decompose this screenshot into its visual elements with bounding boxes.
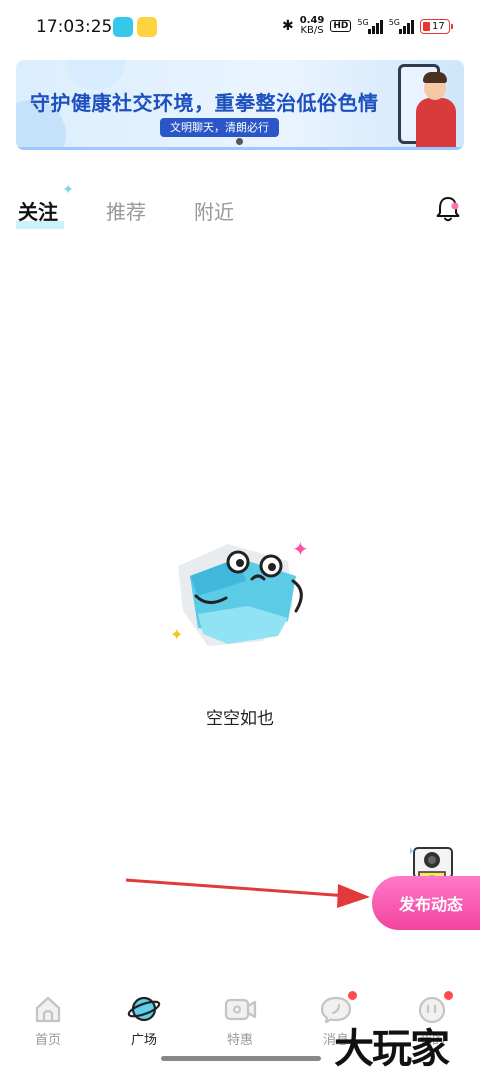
svg-text:✦: ✦	[170, 625, 183, 644]
svg-text:✦: ✦	[292, 537, 309, 561]
battery-icon: 17	[420, 18, 453, 34]
promo-banner[interactable]: 守护健康社交环境，重拳整治低俗色情 文明聊天，清朗必行	[16, 60, 464, 150]
nav-item-home[interactable]: 首页	[0, 986, 96, 1056]
watermark: 大玩家	[334, 1025, 450, 1072]
sim1-label: 5G	[357, 18, 369, 27]
banner-title: 守护健康社交环境，重拳整治低俗色情	[30, 91, 379, 115]
network-speed-unit: KB/S	[300, 25, 324, 36]
signal-icon: 5G	[389, 18, 414, 34]
tab-recommended[interactable]: 推荐	[106, 196, 146, 225]
publish-post-button[interactable]: 发布动态	[372, 876, 480, 930]
tab-nearby[interactable]: 附近	[194, 196, 234, 225]
red-arrow-annotation	[125, 878, 370, 908]
home-icon	[35, 996, 61, 1023]
signal-icon: 5G	[357, 18, 383, 34]
unread-badge	[444, 991, 453, 1000]
status-bar: 17:03:25 ✱ 0.49 KB/S HD 5G 5G 17	[0, 0, 480, 56]
nav-item-deals[interactable]: 特惠	[192, 986, 288, 1056]
tab-following[interactable]: 关注 ✦	[16, 182, 74, 229]
banner-page-indicator	[236, 138, 243, 145]
bluetooth-icon: ✱	[281, 18, 294, 34]
status-indicators: ✱ 0.49 KB/S HD 5G 5G 17	[281, 16, 453, 36]
home-indicator-bar[interactable]	[161, 1056, 321, 1061]
nav-label: 特惠	[226, 1033, 253, 1048]
tab-label: 附近	[194, 200, 234, 224]
network-speed: 0.49 KB/S	[300, 16, 325, 36]
publish-post-label: 发布动态	[399, 895, 464, 914]
app-notification-icon	[113, 17, 133, 37]
banner-tag: 文明聊天，清朗必行	[160, 118, 279, 137]
bell-icon[interactable]	[434, 195, 462, 223]
tab-label: 推荐	[106, 200, 146, 224]
nav-item-square[interactable]: 广场	[96, 986, 192, 1056]
planet-icon	[127, 996, 161, 1022]
empty-state-illustration: ✦ ✦	[170, 537, 309, 646]
nav-label: 首页	[34, 1033, 61, 1048]
unread-badge	[348, 991, 357, 1000]
battery-level: 17	[432, 20, 445, 32]
banner-illustration	[398, 64, 456, 150]
hd-badge: HD	[330, 20, 352, 32]
empty-state-text: 空空如也	[206, 709, 274, 729]
nav-label: 广场	[130, 1033, 157, 1048]
app-notification-icon	[137, 17, 157, 37]
video-camera-icon	[224, 998, 257, 1021]
tab-label: 关注	[18, 200, 58, 224]
svg-text:✦: ✦	[410, 844, 416, 860]
status-time: 17:03:25	[36, 17, 113, 37]
feed-tabs: 关注 ✦ 推荐 附近	[16, 182, 282, 229]
sim2-label: 5G	[388, 18, 400, 27]
sparkle-icon: ✦	[62, 182, 74, 198]
